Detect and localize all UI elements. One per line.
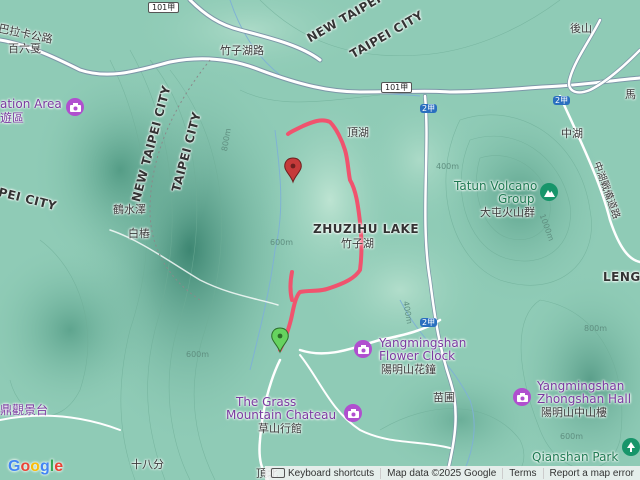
place-label: LENGS (603, 270, 640, 284)
keyboard-shortcuts-link[interactable]: Keyboard shortcuts (265, 468, 380, 479)
road-label: 竹子湖路 (220, 44, 264, 57)
contour-label: 600m (560, 432, 584, 441)
place-label: 遊區 (0, 111, 25, 125)
place-label: 後山 (570, 22, 592, 35)
poi-label-zh: 大屯火山群 (480, 206, 535, 219)
poi-label[interactable]: Flower Clock (379, 350, 455, 363)
route-shield-101a: 101甲 (381, 82, 413, 93)
place-label: 白樁 (128, 227, 150, 240)
map-data-text: Map data ©2025 Google (380, 467, 502, 479)
poi-label-zh: 草山行館 (258, 422, 302, 435)
poi-label[interactable]: Mountain Chateau (226, 409, 336, 422)
place-label: 頂湖 (347, 126, 369, 139)
route-shield-2a: 2甲 (553, 96, 571, 105)
report-error-link[interactable]: Report a map error (542, 467, 640, 479)
place-label: ation Area (0, 97, 62, 111)
poi-label[interactable]: Zhongshan Hall (537, 393, 631, 406)
poi-label-zh: 陽明山中山樓 (541, 406, 607, 419)
place-label: 馬 (625, 88, 636, 101)
place-label: 十八分 (131, 458, 164, 471)
poi-label[interactable]: Qianshan Park (532, 451, 618, 464)
terms-link[interactable]: Terms (502, 467, 542, 479)
attribution-bar: Keyboard shortcuts Map data ©2025 Google… (264, 466, 640, 480)
place-label: 中湖 (561, 127, 583, 140)
poi-label[interactable]: Group (498, 193, 535, 206)
keyboard-icon (270, 467, 285, 478)
camera-icon[interactable] (344, 404, 362, 422)
place-label: 苗圃 (433, 391, 455, 404)
mountain-icon[interactable] (540, 183, 558, 201)
camera-icon[interactable] (354, 340, 372, 358)
place-label: ZHUZIHU LAKE (313, 222, 420, 236)
poi-label-zh: 陽明山花鐘 (381, 363, 436, 376)
camera-icon[interactable] (66, 98, 84, 116)
place-label: 百六戛 (8, 42, 41, 55)
place-label: 竹子湖 (341, 237, 374, 250)
contour-label: 400m (436, 162, 460, 171)
poi-label[interactable]: 鼎觀景台 (0, 404, 48, 417)
contour-label: 600m (186, 350, 210, 359)
google-logo: Google (8, 458, 64, 475)
contour-label: 600m (270, 238, 294, 247)
route-shield-2a: 2甲 (420, 318, 438, 327)
route-shield-2a: 2甲 (420, 104, 438, 113)
contour-label: 800m (584, 324, 608, 333)
camera-icon[interactable] (513, 388, 531, 406)
route-shield-101a: 101甲 (148, 2, 180, 13)
place-label: 鶴水澤 (113, 203, 146, 216)
park-icon[interactable] (622, 438, 640, 456)
